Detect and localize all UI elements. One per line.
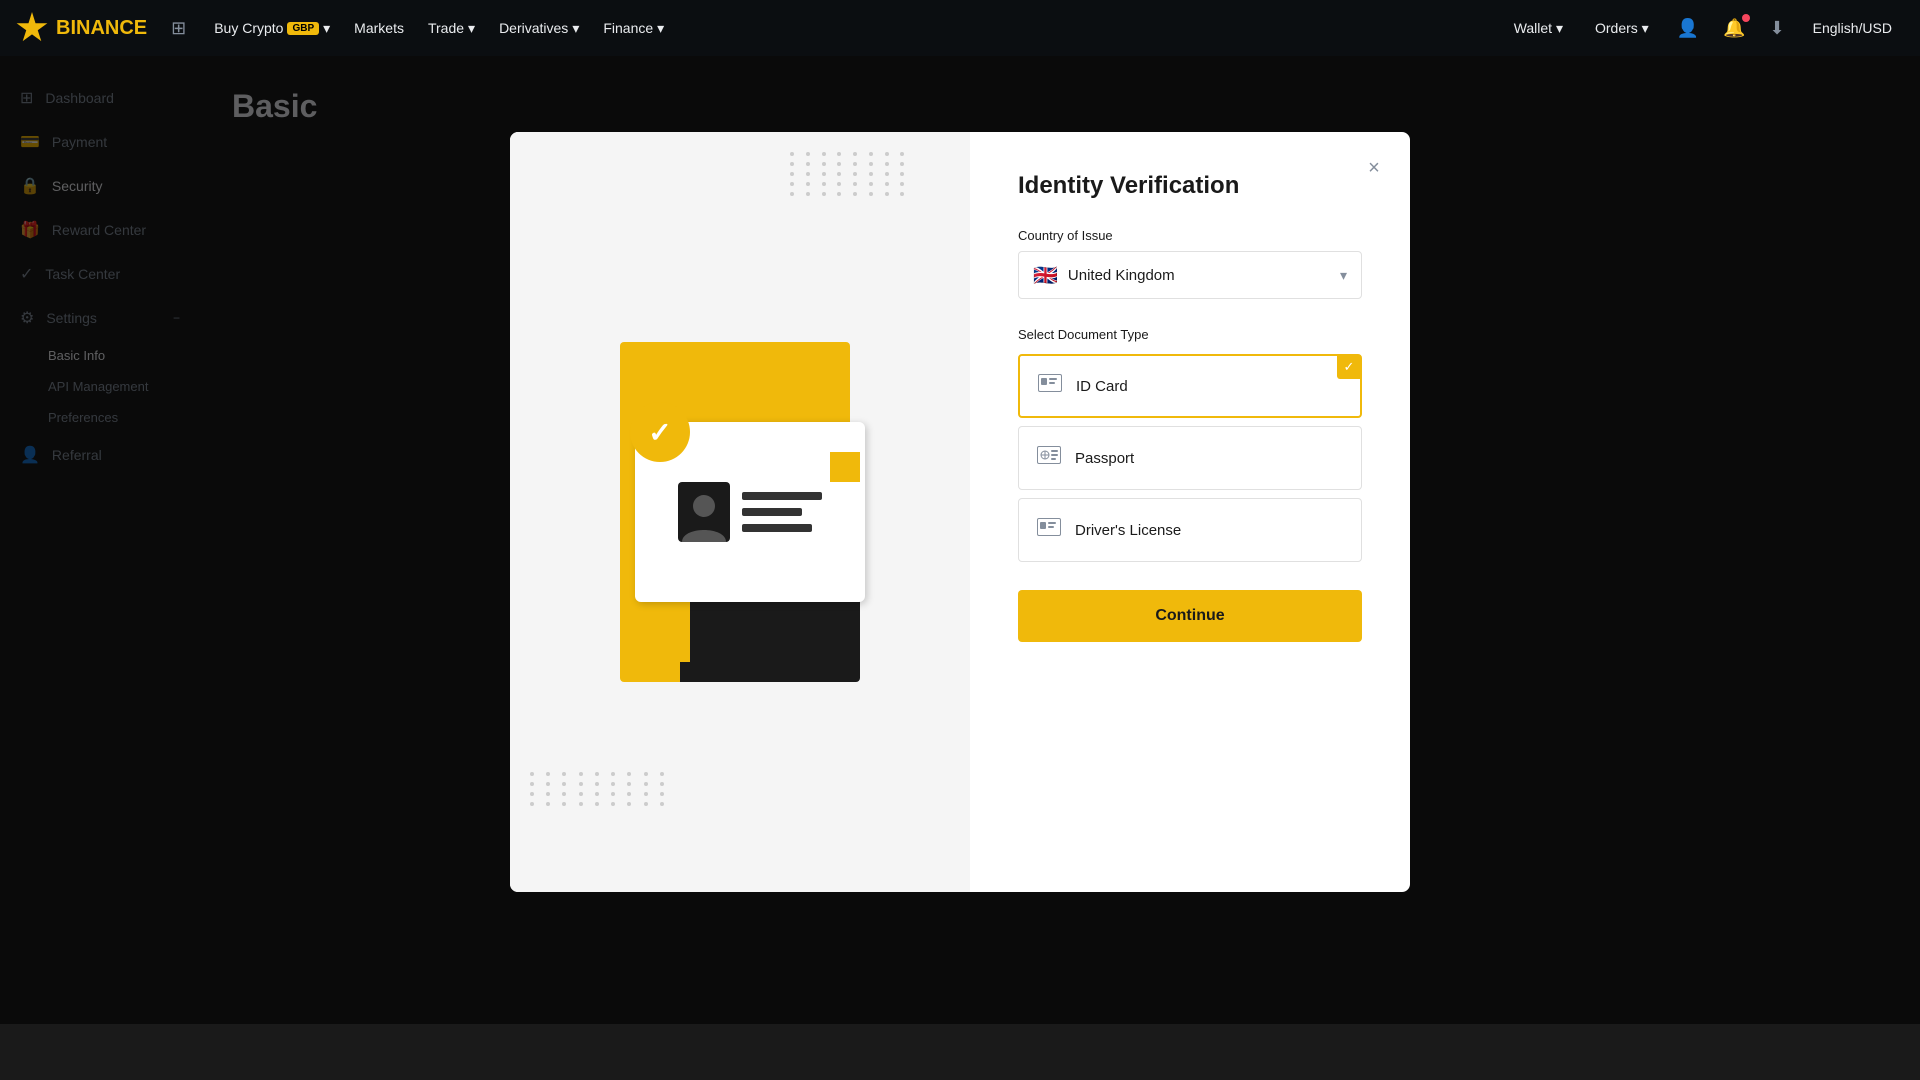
illus-card-content (662, 466, 838, 558)
id-card-selected-check: ✓ (1337, 355, 1361, 379)
country-dropdown-left: 🇬🇧 United Kingdom (1033, 263, 1175, 288)
identity-verification-modal: ✓ × Identity Verification Country of Iss… (510, 132, 1410, 892)
country-flag: 🇬🇧 (1033, 263, 1058, 288)
illus-small-rect (830, 452, 860, 482)
illus-checkmark: ✓ (630, 402, 690, 462)
id-card-icon (1038, 374, 1062, 398)
country-label: Country of Issue (1018, 228, 1362, 243)
country-name: United Kingdom (1068, 267, 1175, 284)
document-type-label: Select Document Type (1018, 327, 1362, 342)
illus-tiny-rect (680, 662, 700, 682)
illus-card-lines (742, 492, 822, 532)
doc-option-drivers-license[interactable]: Driver's License (1018, 498, 1362, 562)
illus-avatar (678, 482, 730, 542)
drivers-license-label: Driver's License (1075, 522, 1181, 539)
passport-icon (1037, 446, 1061, 470)
doc-option-passport[interactable]: Passport (1018, 426, 1362, 490)
chevron-down-icon: ▾ (1340, 267, 1347, 284)
modal-content-panel: × Identity Verification Country of Issue… (970, 132, 1410, 892)
id-verification-illustration: ✓ (580, 322, 900, 702)
modal-illustration-panel: ✓ (510, 132, 970, 892)
modal-wrapper: ✓ × Identity Verification Country of Iss… (0, 0, 1920, 1024)
passport-label: Passport (1075, 450, 1134, 467)
doc-option-id-card[interactable]: ID Card ✓ (1018, 354, 1362, 418)
dot-pattern-top-right (790, 152, 910, 252)
modal-title: Identity Verification (1018, 172, 1362, 200)
country-dropdown[interactable]: 🇬🇧 United Kingdom ▾ (1018, 251, 1362, 299)
drivers-license-icon (1037, 518, 1061, 542)
continue-button[interactable]: Continue (1018, 590, 1362, 642)
dot-pattern-bottom-left (530, 772, 670, 872)
close-button[interactable]: × (1358, 152, 1390, 184)
id-card-label: ID Card (1076, 378, 1128, 395)
